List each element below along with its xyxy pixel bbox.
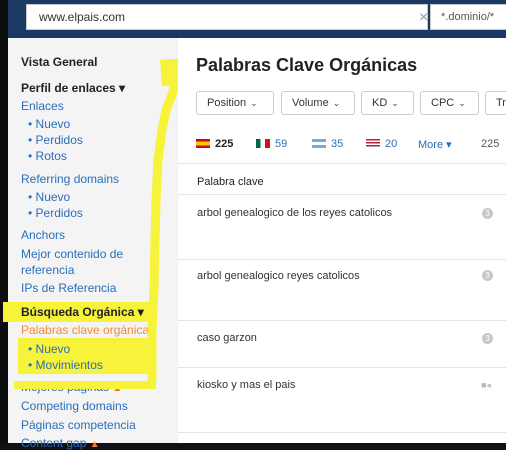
keyword-link[interactable]: arbol genealogico reyes catolicos <box>197 270 360 282</box>
keyword-link[interactable]: caso garzon <box>197 332 257 344</box>
mx-flag-icon <box>256 139 270 148</box>
country-count: 225 <box>215 138 234 150</box>
filter-kd[interactable]: KD ⌄ <box>361 91 414 115</box>
country-count: 20 <box>385 138 398 150</box>
country-count: 35 <box>331 138 344 150</box>
es-flag-icon <box>196 139 210 148</box>
table-row-divider <box>178 367 506 368</box>
serp-position-badge: 3 <box>482 208 493 219</box>
chevron-down-icon: ⌄ <box>391 98 399 108</box>
column-header-keyword[interactable]: Palabra clave <box>197 176 264 188</box>
table-row-divider <box>178 320 506 321</box>
page-title: Palabras Clave Orgánicas <box>196 55 418 75</box>
total-count: 225 <box>481 138 500 150</box>
chevron-down-icon: ⌄ <box>458 98 466 108</box>
country-filter-es[interactable]: 225 <box>196 138 233 150</box>
keyword-link[interactable]: kiosko y mas el pais <box>197 379 295 391</box>
filter-label: KD <box>372 97 388 109</box>
filter-label: CPC <box>431 97 455 109</box>
keyword-link[interactable]: arbol genealogico de los reyes catolicos <box>197 207 392 219</box>
country-filter-ar[interactable]: 35 <box>312 138 343 150</box>
more-countries-button[interactable]: More ▾ <box>418 138 452 151</box>
filter-position[interactable]: Position ⌄ <box>196 91 274 115</box>
divider <box>178 163 506 164</box>
table-row-divider <box>178 259 506 260</box>
filter-cpc[interactable]: CPC ⌄ <box>420 91 479 115</box>
serp-position-badge: 3 <box>482 270 493 281</box>
video-icon: ■◂ <box>481 380 491 390</box>
filter-label: Position <box>207 97 247 109</box>
table-row-divider <box>178 432 506 433</box>
chevron-down-icon: ⌄ <box>250 98 258 108</box>
divider <box>178 194 506 195</box>
filter-label: Tr <box>496 97 506 109</box>
serp-position-badge: 3 <box>482 333 493 344</box>
country-filter-mx[interactable]: 59 <box>256 138 287 150</box>
country-count: 59 <box>275 138 288 150</box>
filter-label: Volume <box>292 97 329 109</box>
filter-traffic[interactable]: Tr <box>485 91 506 115</box>
filter-volume[interactable]: Volume ⌄ <box>281 91 355 115</box>
main-content: Palabras Clave Orgánicas Position ⌄ Volum… <box>178 38 506 443</box>
us-flag-icon <box>366 139 380 148</box>
chevron-down-icon: ⌄ <box>332 98 341 108</box>
country-filter-us[interactable]: 20 <box>366 138 397 150</box>
ar-flag-icon <box>312 139 326 148</box>
